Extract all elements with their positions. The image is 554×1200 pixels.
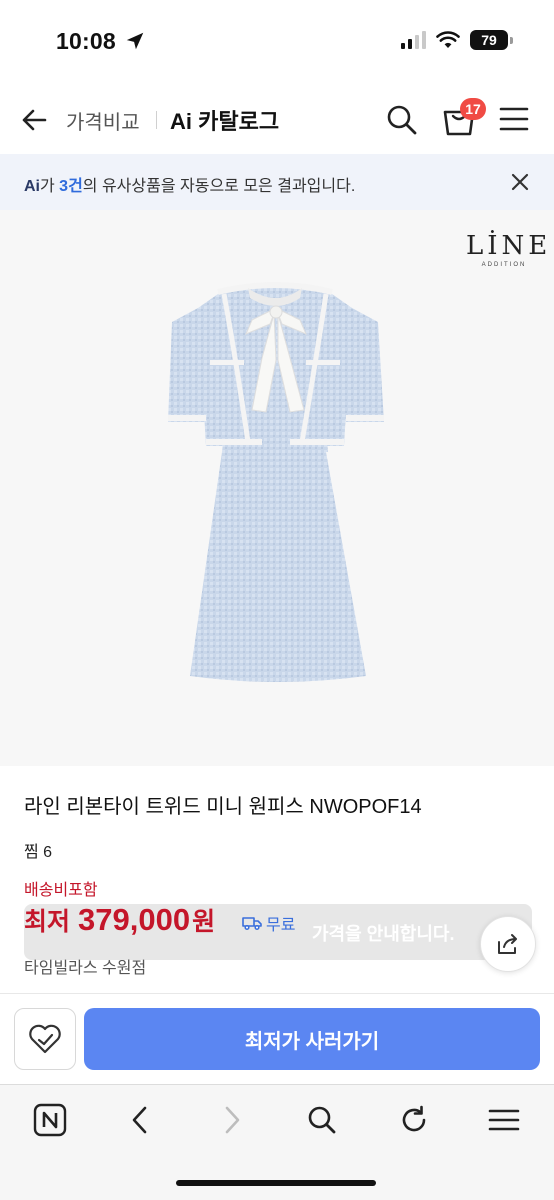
menu-icon xyxy=(488,1109,520,1131)
browser-search-button[interactable] xyxy=(302,1100,342,1140)
wish-count: 찜 6 xyxy=(24,844,53,861)
brand-logo: LİNE ADDITION xyxy=(466,231,552,268)
wifi-icon xyxy=(436,31,460,48)
page-title: Ai 카탈로그 xyxy=(170,109,280,134)
browser-forward-button[interactable] xyxy=(212,1100,252,1140)
toast-text: 가격을 안내합니다. xyxy=(312,924,455,944)
status-bar: 10:08 79 xyxy=(0,0,554,84)
battery-indicator: 79 xyxy=(470,30,513,50)
forward-icon xyxy=(225,1106,240,1134)
status-indicators: 79 xyxy=(401,30,513,50)
browser-menu-button[interactable] xyxy=(484,1100,524,1140)
cellular-signal-icon xyxy=(401,31,426,49)
wish-button[interactable] xyxy=(14,1008,76,1070)
back-icon xyxy=(132,1106,147,1134)
search-icon xyxy=(308,1106,336,1134)
shipping-included-note: 배송비포함 xyxy=(24,882,98,899)
search-icon[interactable] xyxy=(384,102,420,138)
back-button[interactable] xyxy=(16,102,52,138)
home-indicator xyxy=(176,1180,376,1186)
seller-name[interactable]: 타임빌라스 수원점 xyxy=(24,954,146,978)
lowest-price: 최저 379,000 원 xyxy=(24,902,215,942)
ai-similar-banner: Ai가 3건의 유사상품을 자동으로 모은 결과입니다. xyxy=(0,154,554,210)
nav-divider xyxy=(156,111,157,129)
location-arrow-icon xyxy=(126,32,144,50)
status-time: 10:08 xyxy=(56,28,116,54)
nav-header: 가격비교 Ai 카탈로그 17 xyxy=(0,84,554,154)
product-name: 라인 리본타이 트위드 미니 원피스 NWOPOF14 xyxy=(24,796,422,818)
share-button[interactable] xyxy=(480,916,536,972)
refresh-icon xyxy=(402,1105,426,1132)
close-icon[interactable] xyxy=(508,170,532,194)
similar-count: 3건 xyxy=(59,178,83,195)
n-tab-icon xyxy=(33,1103,67,1137)
breadcrumb-price-compare[interactable]: 가격비교 xyxy=(66,106,140,135)
free-shipping-label: 무료 xyxy=(266,917,296,934)
dress-image xyxy=(168,282,384,682)
free-shipping-badge: 무료 xyxy=(242,911,295,935)
buy-lowest-price-button[interactable]: 최저가 사러가기 xyxy=(84,1008,540,1070)
price-value: 379,000 xyxy=(78,902,191,937)
arrow-left-icon xyxy=(22,109,47,131)
product-image[interactable]: LİNE ADDITION xyxy=(0,210,554,766)
ai-label: Ai xyxy=(24,178,40,195)
cart-count-badge: 17 xyxy=(460,98,486,120)
delivery-truck-icon xyxy=(242,917,262,931)
share-icon xyxy=(498,934,517,954)
divider xyxy=(0,993,554,994)
browser-back-button[interactable] xyxy=(120,1100,160,1140)
refresh-button[interactable] xyxy=(394,1100,434,1140)
hamburger-menu-icon[interactable] xyxy=(498,104,530,134)
price-label: 최저 xyxy=(24,908,71,936)
n-tab-button[interactable] xyxy=(30,1100,70,1140)
price-unit: 원 xyxy=(192,908,216,936)
ai-banner-text: Ai가 3건의 유사상품을 자동으로 모은 결과입니다. xyxy=(24,178,356,195)
heart-check-icon xyxy=(29,1024,61,1054)
